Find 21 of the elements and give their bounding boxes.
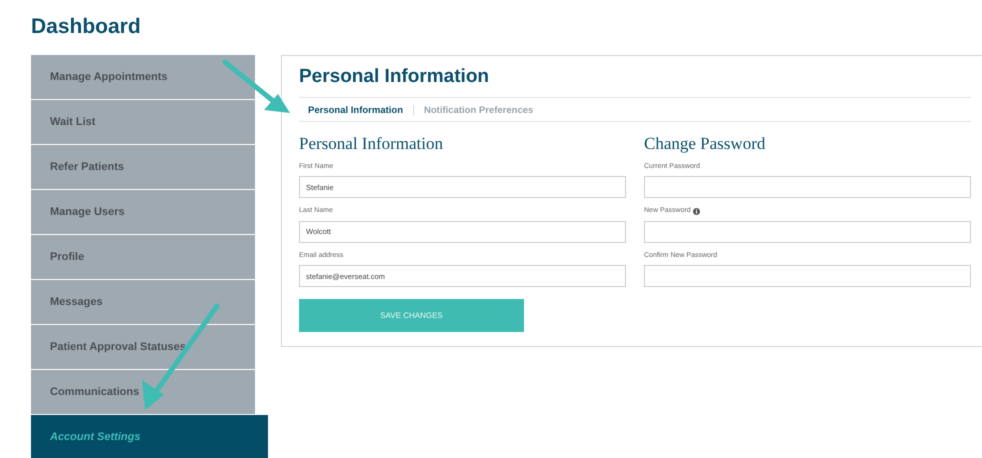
sidebar-item[interactable]: Messages <box>31 280 255 324</box>
page-title: Dashboard <box>31 14 142 40</box>
sidebar-item[interactable]: Manage Appointments <box>31 55 255 100</box>
info-icon[interactable] <box>692 208 700 216</box>
tab[interactable]: Personal Information <box>308 104 414 116</box>
sidebar-item[interactable]: Communications <box>31 370 255 414</box>
panel-title: Personal Information <box>299 66 490 89</box>
input-field[interactable] <box>644 220 971 243</box>
tab[interactable]: Notification Preferences <box>413 104 544 116</box>
sidebar-item[interactable]: Profile <box>31 235 255 280</box>
sidebar-item[interactable]: Refer Patients <box>31 145 255 190</box>
input-field[interactable] <box>644 176 971 198</box>
sidebar-item[interactable]: Wait List <box>31 100 255 144</box>
sidebar-item[interactable]: Manage Users <box>31 190 255 234</box>
save-button[interactable]: SAVE CHANGES <box>299 299 524 332</box>
input-field[interactable] <box>644 265 971 288</box>
section-heading: Change Password <box>644 134 766 155</box>
sidebar-item[interactable]: Account Settings <box>31 415 268 458</box>
section-heading: Personal Information <box>299 134 444 155</box>
sidebar-item[interactable]: Patient Approval Statuses <box>31 325 255 370</box>
arrow-annotation <box>222 60 290 113</box>
